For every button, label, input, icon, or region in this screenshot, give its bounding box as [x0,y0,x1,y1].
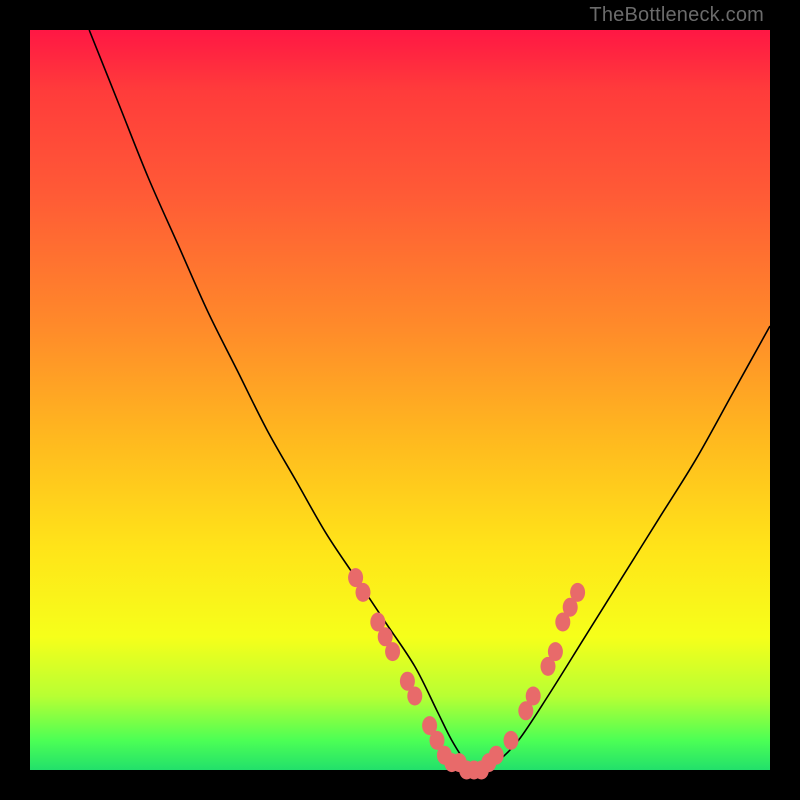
data-markers [348,568,585,779]
data-marker [385,642,400,661]
data-marker [526,687,541,706]
data-marker [504,731,519,750]
plot-area [30,30,770,770]
chart-frame: TheBottleneck.com [0,0,800,800]
data-marker [489,746,504,765]
curve-layer [30,30,770,770]
data-marker [548,642,563,661]
data-marker [570,583,585,602]
data-marker [407,687,422,706]
watermark-text: TheBottleneck.com [589,4,764,27]
bottleneck-curve [89,30,770,770]
data-marker [356,583,371,602]
